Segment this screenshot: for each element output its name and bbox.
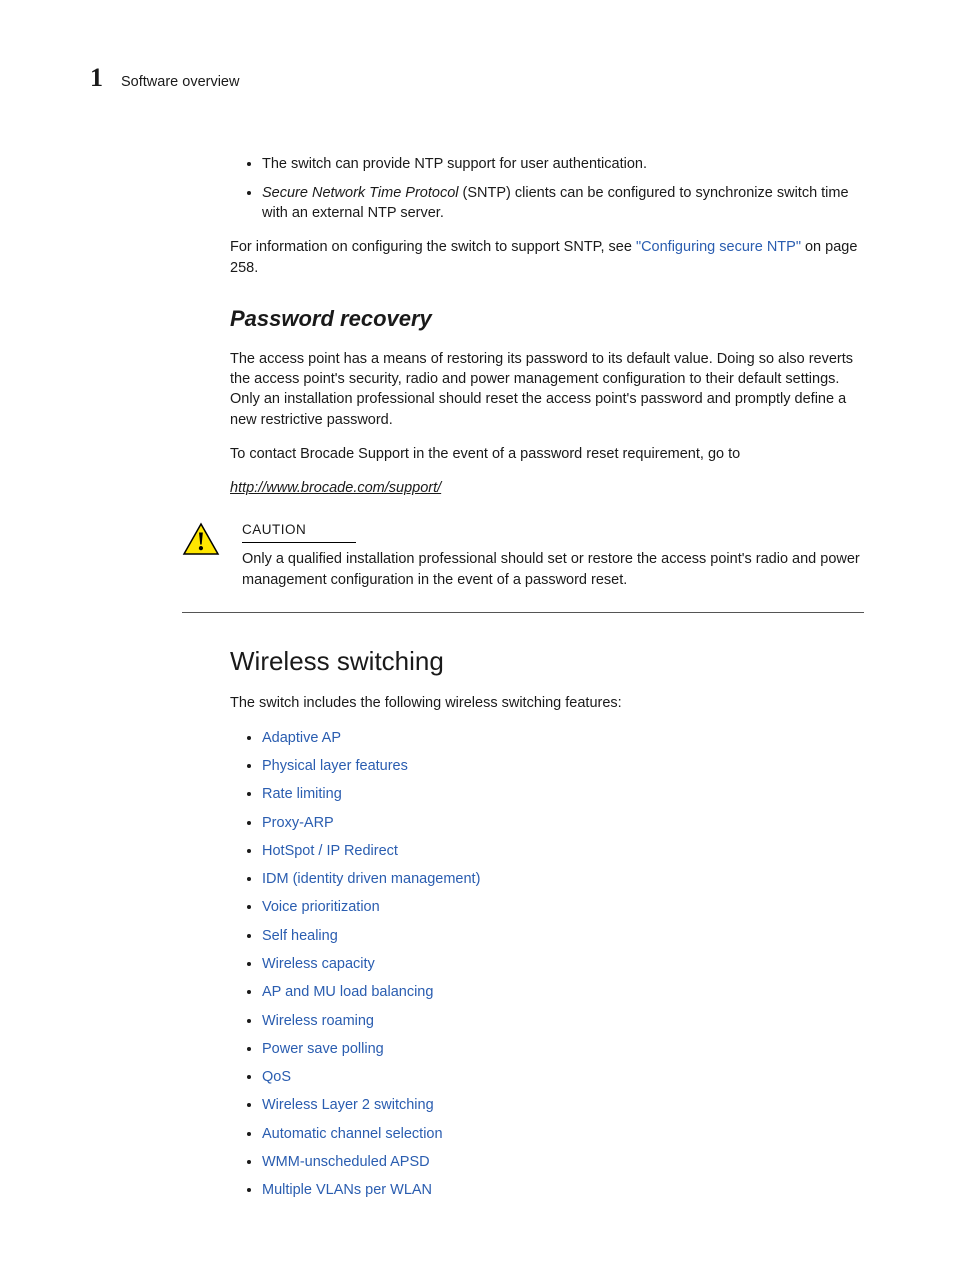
caution-label: CAUTION — [242, 521, 356, 543]
list-item: The switch can provide NTP support for u… — [262, 154, 864, 174]
feature-link[interactable]: QoS — [262, 1069, 291, 1085]
feature-link[interactable]: Rate limiting — [262, 786, 342, 802]
feature-link[interactable]: Self healing — [262, 928, 338, 944]
cross-reference-link[interactable]: "Configuring secure NTP" — [636, 239, 801, 255]
paragraph: The access point has a means of restorin… — [230, 349, 864, 430]
feature-link[interactable]: AP and MU load balancing — [262, 984, 433, 1000]
feature-link[interactable]: Wireless roaming — [262, 1013, 374, 1029]
section-heading-wireless-switching: Wireless switching — [230, 643, 864, 679]
caution-text: Only a qualified installation profession… — [242, 549, 864, 590]
divider — [182, 612, 864, 613]
list-item: Secure Network Time Protocol (SNTP) clie… — [262, 183, 864, 224]
caution-block: ! CAUTION Only a qualified installation … — [182, 520, 864, 589]
feature-link[interactable]: Wireless capacity — [262, 956, 375, 972]
paragraph-text: For information on configuring the switc… — [230, 239, 636, 255]
svg-text:!: ! — [197, 527, 206, 556]
list-item: WMM-unscheduled APSD — [262, 1152, 864, 1172]
section-heading-password-recovery: Password recovery — [230, 304, 864, 335]
support-url-paragraph: http://www.brocade.com/support/ — [230, 478, 864, 498]
page-header: 1 Software overview — [90, 60, 864, 96]
list-item: Power save polling — [262, 1039, 864, 1059]
list-item: HotSpot / IP Redirect — [262, 841, 864, 861]
bullet-text: The switch can provide NTP support for u… — [262, 156, 647, 172]
feature-link[interactable]: IDM (identity driven management) — [262, 871, 480, 887]
list-item: Wireless Layer 2 switching — [262, 1095, 864, 1115]
list-item: Wireless roaming — [262, 1011, 864, 1031]
support-url-link[interactable]: http://www.brocade.com/support/ — [230, 480, 441, 496]
list-item: QoS — [262, 1067, 864, 1087]
list-item: Automatic channel selection — [262, 1124, 864, 1144]
italic-term: Secure Network Time Protocol — [262, 185, 459, 201]
paragraph: To contact Brocade Support in the event … — [230, 444, 864, 464]
chapter-number: 1 — [90, 60, 103, 96]
list-item: Multiple VLANs per WLAN — [262, 1180, 864, 1200]
feature-link[interactable]: HotSpot / IP Redirect — [262, 843, 398, 859]
caution-body: CAUTION Only a qualified installation pr… — [242, 520, 864, 589]
feature-link[interactable]: Multiple VLANs per WLAN — [262, 1182, 432, 1198]
feature-link-list: Adaptive AP Physical layer features Rate… — [230, 728, 864, 1201]
feature-link[interactable]: Proxy-ARP — [262, 815, 334, 831]
feature-link[interactable]: Adaptive AP — [262, 730, 341, 746]
intro-bullet-list: The switch can provide NTP support for u… — [230, 154, 864, 223]
caution-icon: ! — [182, 522, 220, 562]
list-item: IDM (identity driven management) — [262, 869, 864, 889]
list-item: Voice prioritization — [262, 897, 864, 917]
list-item: Rate limiting — [262, 784, 864, 804]
list-item: Proxy-ARP — [262, 813, 864, 833]
list-item: Self healing — [262, 926, 864, 946]
feature-link[interactable]: Power save polling — [262, 1041, 384, 1057]
feature-link[interactable]: WMM-unscheduled APSD — [262, 1154, 430, 1170]
list-item: Adaptive AP — [262, 728, 864, 748]
feature-link[interactable]: Voice prioritization — [262, 899, 380, 915]
list-item: AP and MU load balancing — [262, 982, 864, 1002]
feature-link[interactable]: Wireless Layer 2 switching — [262, 1097, 434, 1113]
paragraph: The switch includes the following wirele… — [230, 693, 864, 713]
feature-link[interactable]: Physical layer features — [262, 758, 408, 774]
page-content: The switch can provide NTP support for u… — [230, 154, 864, 1200]
chapter-title: Software overview — [121, 72, 239, 92]
list-item: Wireless capacity — [262, 954, 864, 974]
feature-link[interactable]: Automatic channel selection — [262, 1126, 443, 1142]
list-item: Physical layer features — [262, 756, 864, 776]
intro-paragraph: For information on configuring the switc… — [230, 237, 864, 278]
